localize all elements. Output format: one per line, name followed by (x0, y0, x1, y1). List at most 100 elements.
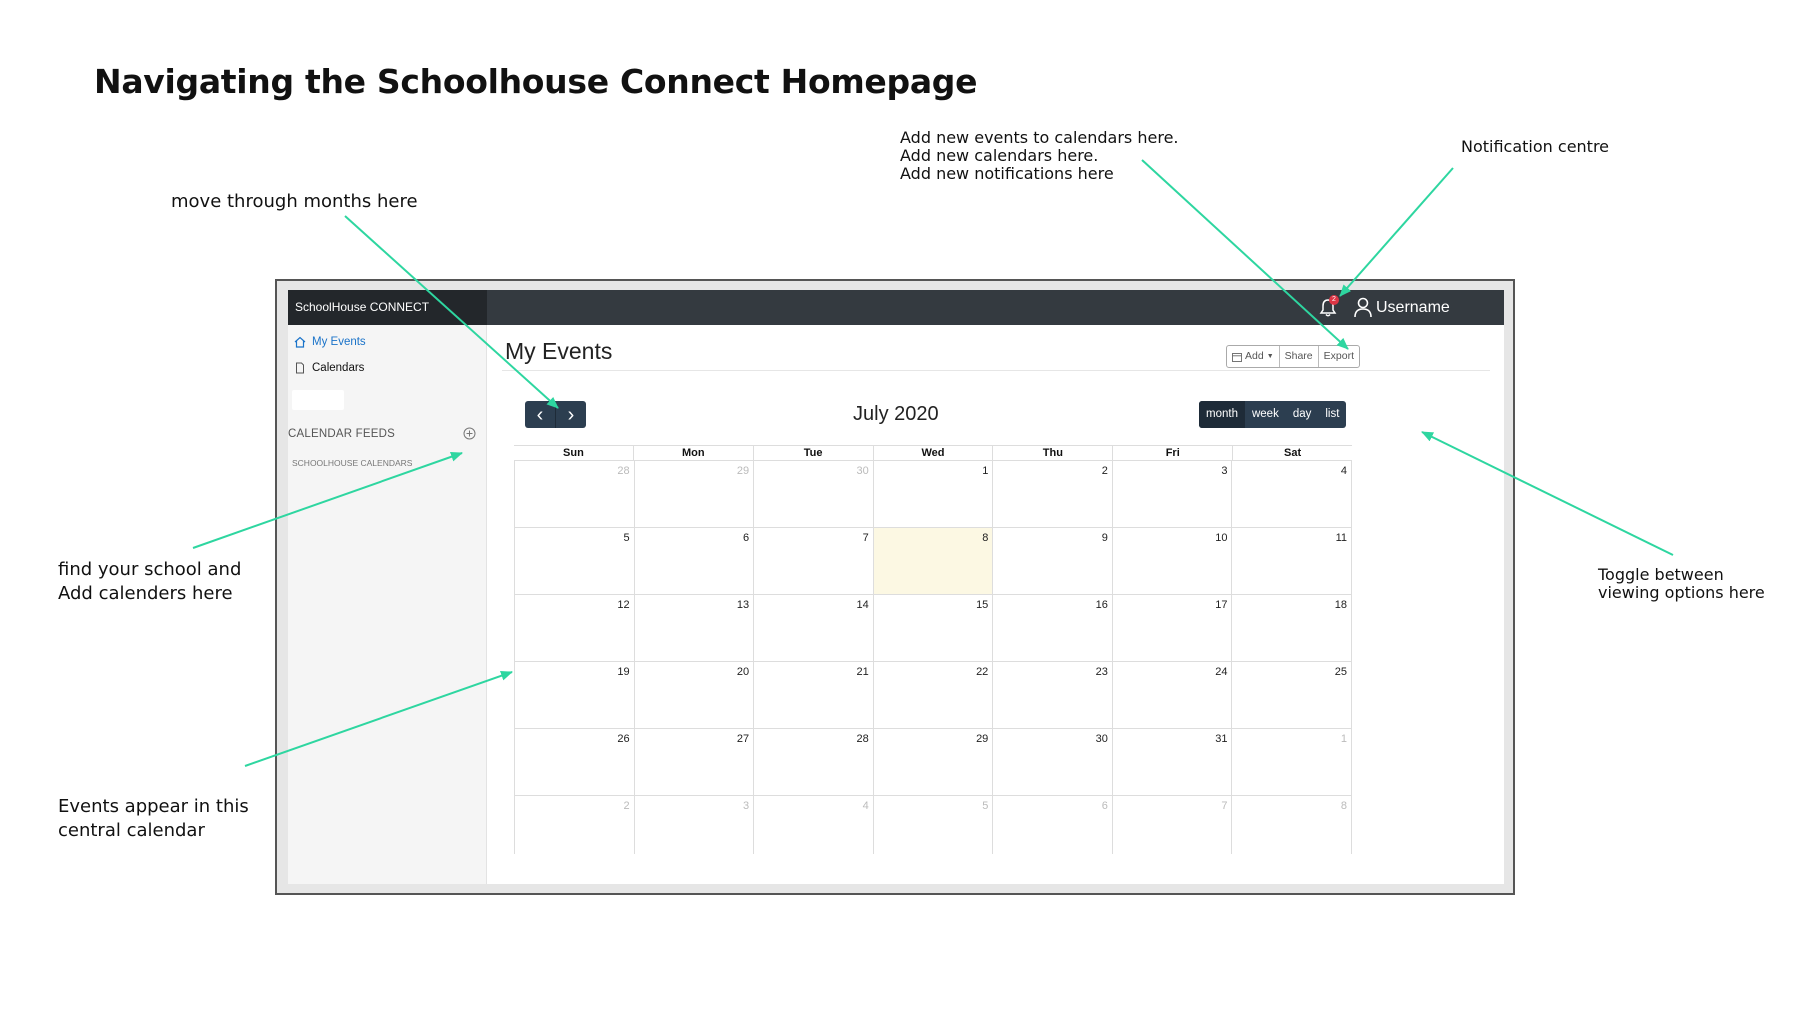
calendar-day-cell[interactable]: 4 (753, 796, 873, 854)
add-button-label: Add (1245, 350, 1264, 362)
weekday-sat: Sat (1232, 446, 1352, 460)
annotation-feeds: find your school and Add calenders here (58, 559, 242, 604)
caret-down-icon: ▼ (1266, 353, 1274, 360)
calendar-day-cell[interactable]: 11 (1231, 528, 1353, 594)
username[interactable]: Username (1376, 290, 1450, 325)
weekday-sun: Sun (563, 447, 584, 459)
view-day-button[interactable]: day (1286, 401, 1319, 428)
calendar-day-cell[interactable]: 25 (1231, 662, 1353, 728)
day-number: 28 (856, 733, 869, 745)
current-month-label: July 2020 (853, 403, 939, 425)
day-number: 3 (743, 800, 750, 812)
calendar-day-cell[interactable]: 28 (753, 729, 873, 795)
calendar-week: 28 29 30 1 2 3 4 (514, 461, 1353, 528)
calendar-day-cell[interactable]: 14 (753, 595, 873, 661)
sidebar-item-calendars[interactable]: Calendars (294, 362, 364, 374)
calendar-day-cell[interactable]: 26 (514, 729, 634, 795)
calendar-day-cell[interactable]: 27 (633, 729, 754, 795)
calendar-day-cell[interactable]: 29 (872, 729, 993, 795)
user-icon[interactable] (1353, 297, 1373, 319)
day-number: 24 (1215, 666, 1228, 678)
calendar-week: 5 6 7 8 9 10 11 (514, 528, 1353, 595)
calendar-day-cell[interactable]: 30 (992, 729, 1112, 795)
calendar-day-cell[interactable]: 19 (514, 662, 634, 728)
calendar-week: 12 13 14 15 16 17 18 (514, 595, 1353, 662)
export-button[interactable]: Export (1319, 346, 1359, 367)
day-number: 12 (617, 599, 630, 611)
calendar-day-cell[interactable]: 24 (1111, 662, 1232, 728)
calendar-day-cell[interactable]: 18 (1231, 595, 1353, 661)
day-number: 29 (976, 733, 989, 745)
calendar-day-cell[interactable]: 21 (753, 662, 873, 728)
calendar-day-cell[interactable]: 16 (992, 595, 1112, 661)
calendar-day-cell[interactable]: 7 (753, 528, 873, 594)
view-week-button[interactable]: week (1245, 401, 1286, 428)
calendar-day-cell[interactable]: 12 (514, 595, 634, 661)
day-number: 5 (623, 532, 630, 544)
calendar-day-cell[interactable]: 1 (1231, 729, 1353, 795)
calendar-day-cell[interactable]: 17 (1111, 595, 1232, 661)
calendar-day-cell[interactable]: 5 (872, 796, 993, 854)
calendar-day-cell[interactable]: 3 (633, 796, 754, 854)
calendar-day-cell[interactable]: 3 (1111, 461, 1232, 527)
brand-logo[interactable]: SchoolHouse CONNECT (288, 290, 487, 325)
day-number: 30 (1095, 733, 1108, 745)
share-button[interactable]: Share (1280, 346, 1319, 367)
calendar-day-cell[interactable]: 28 (514, 461, 634, 527)
day-number: 8 (1340, 800, 1348, 812)
view-month-button[interactable]: month (1199, 401, 1245, 428)
calendar-day-cell[interactable]: 30 (753, 461, 873, 527)
weekday-thu: Thu (992, 446, 1112, 460)
calendar-day-cell[interactable]: 8 (872, 528, 993, 594)
calendar-day-cell[interactable]: 20 (633, 662, 754, 728)
sidebar: My Events Calendars CALENDAR FEEDS SCHOO… (288, 325, 487, 884)
view-list-button[interactable]: list (1318, 401, 1346, 428)
page-title: My Events (505, 338, 613, 364)
calendar-day-cell[interactable]: 8 (1231, 796, 1353, 854)
top-navbar: SchoolHouse CONNECT 2 Username (288, 290, 1504, 325)
view-toggle: month week day list (1199, 401, 1347, 428)
calendar-day-cell[interactable]: 2 (992, 461, 1112, 527)
day-number: 26 (617, 733, 630, 745)
calendar-day-cell[interactable]: 9 (992, 528, 1112, 594)
add-feed-icon[interactable] (463, 427, 476, 440)
schoolhouse-calendars-link[interactable]: SCHOOLHOUSE CALENDARS (292, 458, 412, 468)
title-divider (502, 370, 1490, 371)
calendar-day-cell[interactable]: 15 (872, 595, 993, 661)
calendar-day-cell[interactable]: 22 (872, 662, 993, 728)
calendar-day-cell[interactable]: 6 (633, 528, 754, 594)
calendar-day-cell[interactable]: 10 (1111, 528, 1232, 594)
chevron-left-icon: ‹ (536, 403, 544, 426)
action-button-group: Add ▼ Share Export (1226, 345, 1361, 368)
month-navigation: ‹ › (525, 401, 586, 428)
day-number: 7 (1221, 800, 1228, 812)
sidebar-item-my-events[interactable]: My Events (294, 336, 366, 348)
day-number: 31 (1215, 733, 1228, 745)
day-number: 6 (743, 532, 750, 544)
day-number: 10 (1215, 532, 1228, 544)
day-number: 3 (1221, 465, 1228, 477)
month-calendar: Sun Mon Tue Wed Thu Fri Sat 28 29 30 1 2 3 4 5 6 7 8 9 10 1… (514, 445, 1353, 854)
calendar-day-cell[interactable]: 23 (992, 662, 1112, 728)
calendar-day-cell[interactable]: 4 (1231, 461, 1353, 527)
weekday-wed: Wed (872, 446, 993, 460)
day-number: 11 (1335, 532, 1348, 544)
calendar-day-cell[interactable]: 5 (514, 528, 634, 594)
prev-month-button[interactable]: ‹ (525, 401, 556, 428)
day-number: 8 (982, 532, 989, 544)
next-month-button[interactable]: › (556, 401, 586, 428)
home-icon (294, 336, 306, 348)
annotation-notification: Notification centre (1461, 137, 1610, 156)
add-button[interactable]: Add ▼ (1227, 346, 1280, 367)
calendar-day-cell[interactable]: 7 (1111, 796, 1232, 854)
calendar-day-cell[interactable]: 31 (1111, 729, 1232, 795)
day-number: 4 (862, 800, 869, 812)
calendar-day-cell[interactable]: 29 (633, 461, 754, 527)
calendar-day-cell[interactable]: 2 (514, 796, 634, 854)
app-window: SchoolHouse CONNECT 2 Username My Events… (288, 290, 1504, 884)
calendar-day-cell[interactable]: 13 (633, 595, 754, 661)
day-number: 25 (1334, 666, 1348, 678)
day-number: 27 (736, 733, 750, 745)
calendar-day-cell[interactable]: 1 (872, 461, 993, 527)
calendar-day-cell[interactable]: 6 (992, 796, 1112, 854)
